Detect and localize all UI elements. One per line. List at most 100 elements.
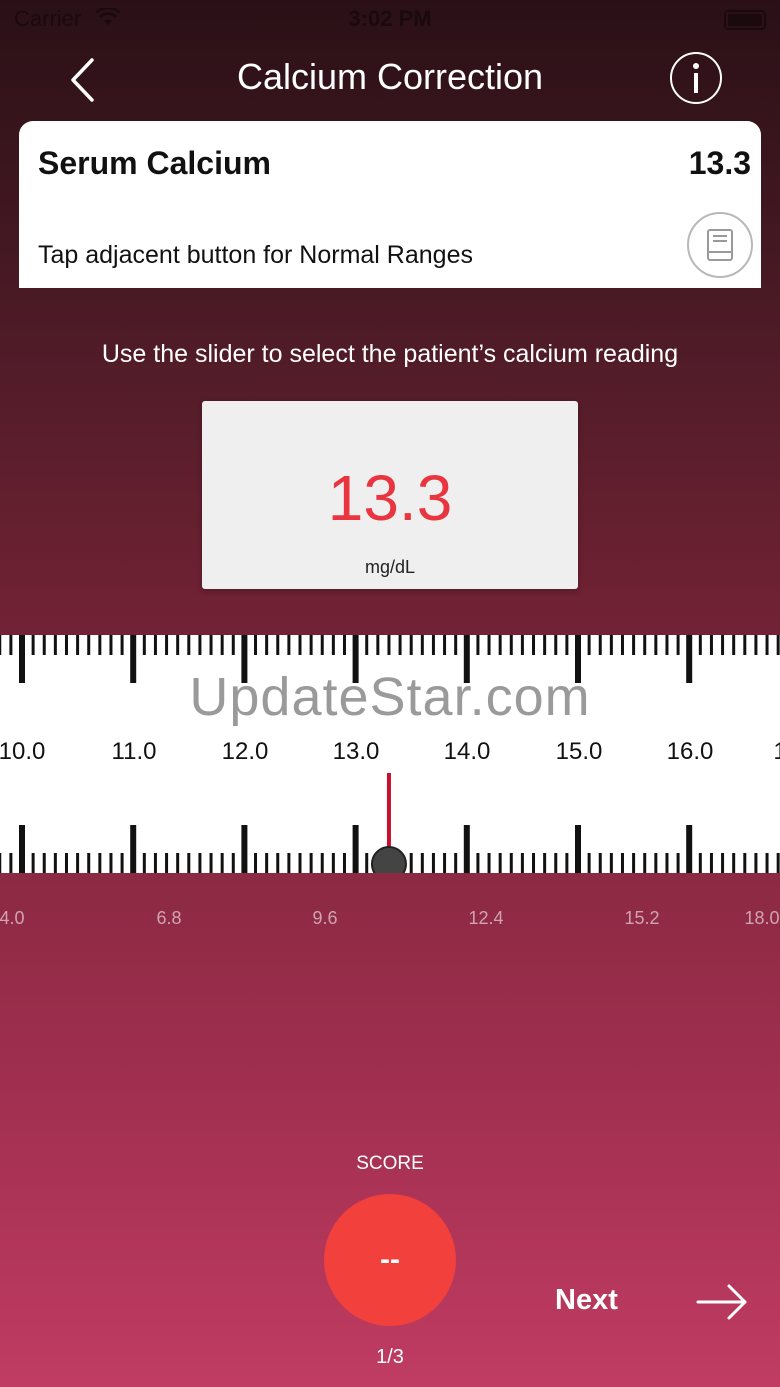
ruler-minor-tick — [98, 853, 102, 873]
slider-label: 15.2 — [624, 908, 660, 928]
ruler-minor-tick — [509, 853, 513, 873]
ruler-minor-tick — [87, 635, 91, 655]
ruler-minor-tick — [9, 635, 13, 655]
ruler-minor-tick — [643, 853, 647, 873]
ruler-minor-tick — [409, 635, 413, 655]
ruler-label: 15.0 — [555, 738, 603, 765]
ruler-minor-tick — [520, 635, 524, 655]
slider-knob[interactable] — [370, 846, 407, 873]
ruler-minor-tick — [98, 635, 102, 655]
ruler-minor-tick — [176, 635, 180, 655]
ruler-minor-tick — [498, 635, 502, 655]
ruler-minor-tick — [487, 853, 491, 873]
ruler-minor-tick — [120, 853, 124, 873]
ruler-minor-tick — [754, 635, 758, 655]
ruler-minor-tick — [276, 635, 280, 655]
normal-ranges-button[interactable] — [687, 212, 753, 278]
ruler-minor-tick — [554, 635, 558, 655]
ruler-minor-tick — [331, 853, 335, 873]
ruler-minor-tick — [176, 853, 180, 873]
ruler-minor-tick — [53, 853, 57, 873]
ruler-minor-tick — [609, 635, 613, 655]
arrow-right-icon — [696, 1284, 747, 1320]
ruler-minor-tick — [776, 853, 780, 873]
ruler-minor-tick — [620, 853, 624, 873]
ruler-major-tick — [463, 825, 470, 873]
ruler-minor-tick — [0, 635, 2, 655]
ruler-minor-tick — [721, 853, 725, 873]
ruler-minor-tick — [598, 635, 602, 655]
slider-instruction: Use the slider to select the patient’s c… — [101, 340, 679, 368]
serum-calcium-card: Serum Calcium 13.3 Tap adjacent button f… — [19, 121, 761, 288]
ruler-minor-tick — [743, 635, 747, 655]
next-label: Next — [555, 1284, 618, 1316]
ruler-minor-tick — [365, 853, 369, 873]
ruler-minor-tick — [732, 635, 736, 655]
ruler-minor-tick — [431, 635, 435, 655]
ruler-minor-tick — [342, 635, 346, 655]
info-icon — [693, 63, 699, 93]
ruler-minor-tick — [0, 853, 2, 873]
ruler-minor-tick — [454, 635, 458, 655]
ruler-minor-tick — [609, 853, 613, 873]
ruler-minor-tick — [142, 635, 146, 655]
ruler-minor-tick — [76, 635, 80, 655]
ruler-minor-tick — [420, 853, 424, 873]
card-title: Serum Calcium — [38, 145, 271, 181]
ruler-minor-tick — [198, 635, 202, 655]
ruler-minor-tick — [31, 635, 35, 655]
ruler-minor-tick — [632, 853, 636, 873]
ruler-minor-tick — [387, 635, 391, 655]
info-button[interactable] — [670, 52, 722, 104]
ruler-minor-tick — [331, 635, 335, 655]
ruler-minor-tick — [209, 853, 213, 873]
ruler-minor-tick — [554, 853, 558, 873]
ruler-minor-tick — [487, 635, 491, 655]
ruler-minor-tick — [721, 635, 725, 655]
ruler-minor-tick — [709, 635, 713, 655]
ruler-minor-tick — [543, 635, 547, 655]
ruler-minor-tick — [698, 635, 702, 655]
ruler-minor-tick — [698, 853, 702, 873]
ruler-minor-tick — [498, 853, 502, 873]
ruler-minor-tick — [220, 635, 224, 655]
reading-value: 13.3 — [327, 462, 453, 534]
ruler-major-tick — [19, 825, 25, 873]
ruler-minor-tick — [431, 853, 435, 873]
ruler-minor-tick — [254, 635, 258, 655]
ruler-label: 13.0 — [332, 738, 380, 765]
card-value: 13.3 — [688, 145, 751, 181]
ruler-minor-tick — [665, 853, 669, 873]
ruler-minor-tick — [231, 853, 235, 873]
ruler-minor-tick — [31, 853, 35, 873]
reading-unit: mg/dL — [364, 557, 416, 577]
ruler-minor-tick — [165, 635, 169, 655]
ruler-minor-tick — [87, 853, 91, 873]
ruler-minor-tick — [732, 853, 736, 873]
ruler-major-tick — [241, 825, 248, 873]
ruler-minor-tick — [665, 635, 669, 655]
battery-icon — [724, 10, 766, 30]
ruler-label: 11.0 — [111, 738, 157, 765]
ruler-minor-tick — [532, 635, 536, 655]
ruler-minor-tick — [220, 853, 224, 873]
ruler-minor-tick — [754, 853, 758, 873]
ruler-minor-tick — [376, 635, 380, 655]
ruler-minor-tick — [443, 853, 447, 873]
next-button[interactable]: Next — [555, 1282, 755, 1326]
ruler-minor-tick — [287, 853, 291, 873]
ruler-minor-tick — [9, 853, 13, 873]
ruler-minor-tick — [509, 635, 513, 655]
ruler-minor-tick — [76, 853, 80, 873]
ruler-minor-tick — [298, 635, 302, 655]
ruler-minor-tick — [120, 635, 124, 655]
ruler-minor-tick — [109, 853, 113, 873]
ruler-minor-tick — [109, 635, 113, 655]
ruler-label: 1 — [773, 738, 780, 766]
ruler-minor-tick — [276, 853, 280, 873]
ruler-label: 14.0 — [443, 738, 491, 765]
ruler-minor-tick — [743, 853, 747, 873]
ruler-minor-tick — [53, 635, 57, 655]
card-subtitle: Tap adjacent button for Normal Ranges — [38, 241, 473, 269]
slider-label: 4.0 — [0, 908, 25, 928]
